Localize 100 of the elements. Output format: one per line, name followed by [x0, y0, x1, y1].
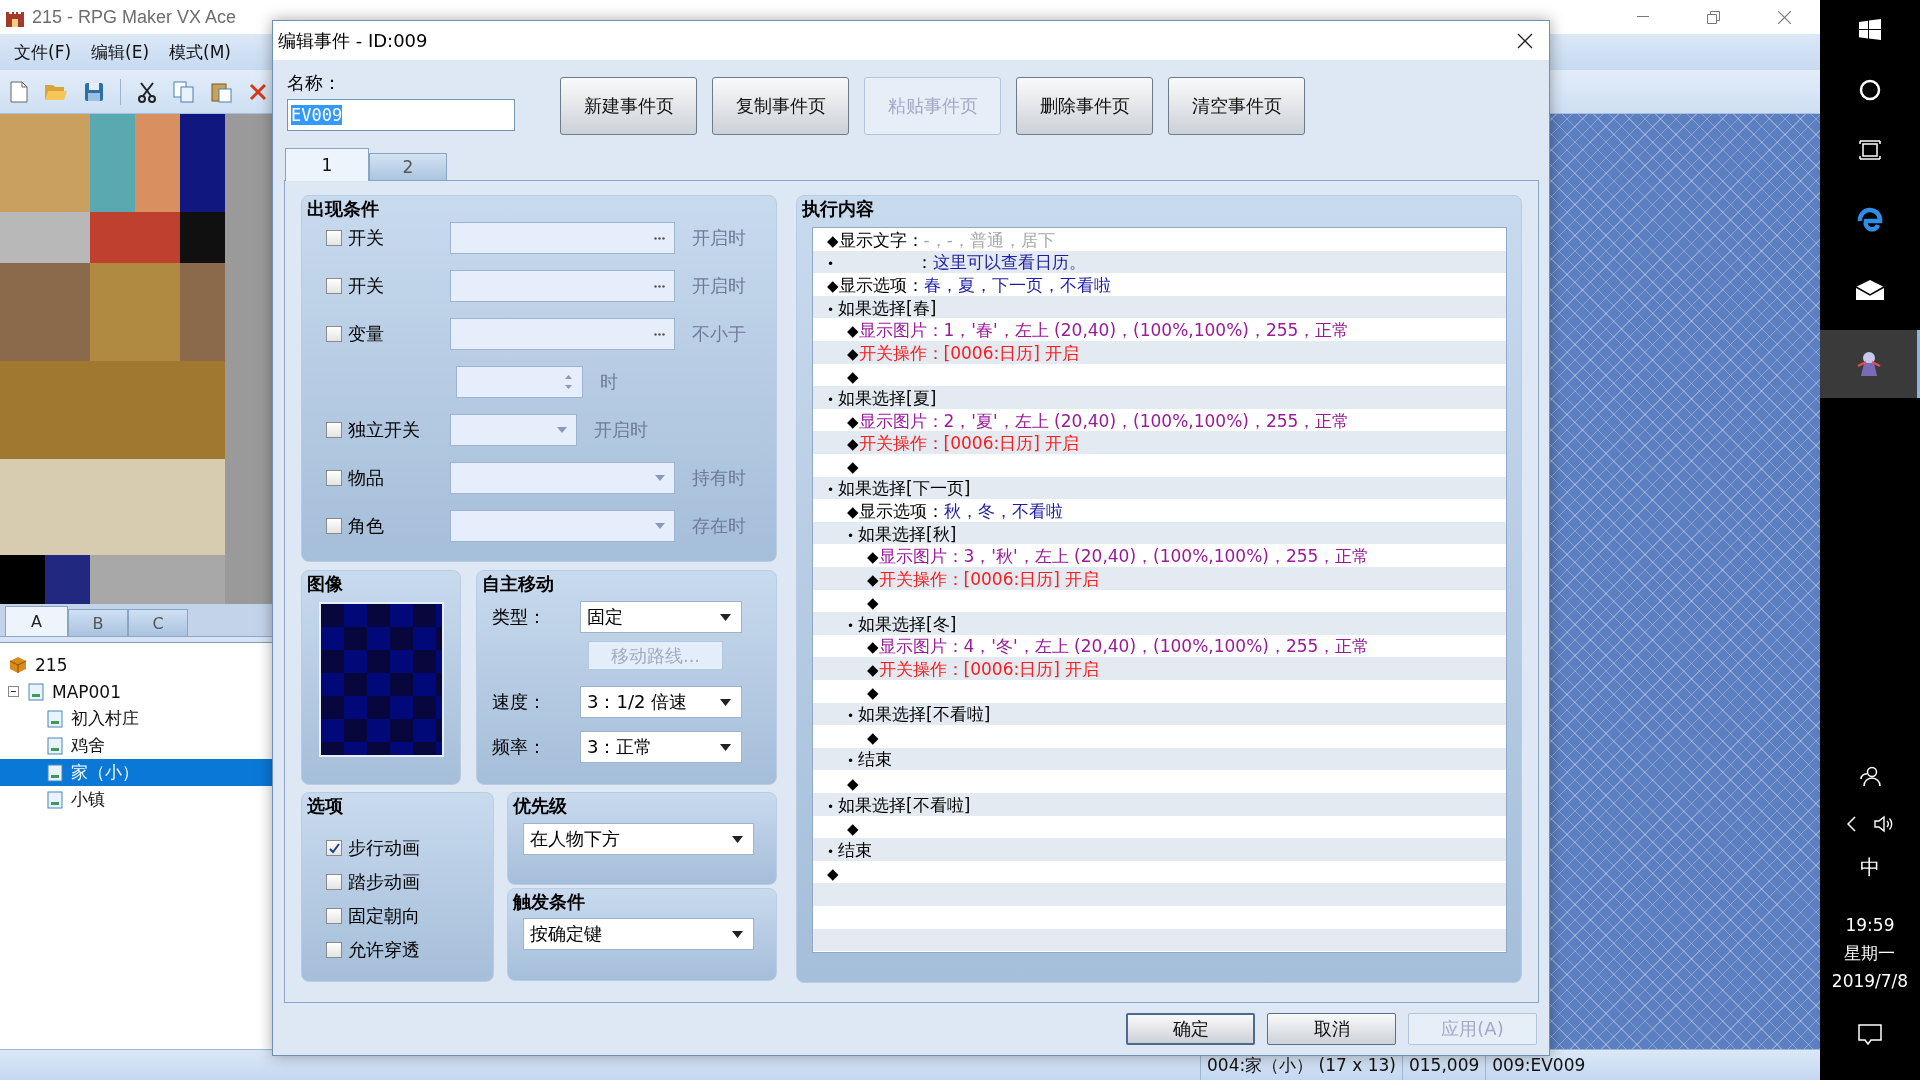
checkbox[interactable] [326, 518, 342, 534]
dropdown[interactable]: 固定 [580, 601, 742, 633]
checkbox[interactable] [326, 840, 342, 856]
palette-tab[interactable]: C [128, 609, 188, 636]
people-icon[interactable] [1859, 765, 1881, 787]
event-command[interactable]: ◆开关操作：[0006:日历] 开启 [847, 432, 1080, 456]
checkbox[interactable] [326, 874, 342, 890]
clock-weekday[interactable]: 星期一 [1844, 939, 1896, 967]
event-command[interactable]: • 如果选择[下一页] [827, 477, 971, 501]
new-file-icon[interactable] [10, 80, 28, 103]
tree-item[interactable]: 小镇 [0, 786, 272, 813]
envelope-icon[interactable] [1855, 279, 1885, 301]
event-command[interactable]: • 结束 [827, 838, 873, 862]
restore-icon[interactable] [1707, 10, 1720, 24]
collapse-icon[interactable] [8, 686, 19, 697]
close-icon[interactable] [1517, 32, 1533, 49]
chevron-left-icon[interactable] [1846, 816, 1856, 832]
picker-field[interactable] [450, 222, 675, 254]
ellipsis-icon[interactable] [654, 236, 665, 240]
menu-item[interactable]: 编辑(E) [81, 40, 160, 64]
event-command[interactable]: ◆ [867, 727, 879, 748]
event-command[interactable]: ◆显示图片：4，'冬'，左上 (20,40)，(100%,100%)，255，正常 [867, 635, 1370, 659]
event-command[interactable]: ◆显示图片：1，'春'，左上 (20,40)，(100%,100%)，255，正常 [847, 319, 1350, 343]
command-list[interactable] [812, 227, 1507, 953]
event-command[interactable]: ◆显示选项：秋，冬，不看啦 [847, 499, 1063, 523]
save-icon[interactable] [84, 81, 104, 102]
event-command[interactable]: • 结束 [847, 748, 893, 772]
page-tab[interactable]: 2 [369, 153, 447, 180]
tree-item[interactable]: 初入村庄 [0, 705, 272, 732]
tree-item[interactable]: 215 [0, 651, 272, 678]
event-command[interactable]: ◆开关操作：[0006:日历] 开启 [847, 341, 1080, 365]
checkbox[interactable] [326, 470, 342, 486]
browser-icon[interactable] [1855, 205, 1885, 235]
event-command[interactable]: ◆显示文字：-，-，普通，居下 [827, 228, 1055, 252]
page-button[interactable]: 清空事件页 [1168, 77, 1305, 135]
event-command[interactable]: • 如果选择[春] [827, 296, 937, 320]
event-command[interactable]: • 如果选择[夏] [827, 386, 937, 410]
ellipsis-icon[interactable] [654, 284, 665, 288]
speaker-icon[interactable] [1873, 815, 1894, 833]
picker-field[interactable] [450, 270, 675, 302]
event-command[interactable]: • 如果选择[不看啦] [847, 703, 991, 727]
group-title: 优先级 [513, 795, 567, 816]
minimize-icon[interactable] [1637, 16, 1649, 18]
event-command[interactable]: ◆ [827, 862, 839, 883]
event-command[interactable]: ◆ [847, 772, 859, 793]
checkbox[interactable] [326, 230, 342, 246]
page-tab[interactable]: 1 [285, 148, 369, 181]
spinner-icon[interactable] [564, 373, 573, 391]
event-command[interactable]: ◆ [847, 365, 859, 386]
page-button[interactable]: 删除事件页 [1016, 77, 1153, 135]
dropdown[interactable]: 按确定键 [523, 918, 754, 950]
clock-time[interactable]: 19:59 [1845, 911, 1895, 939]
status-text: 015,009 [1409, 1055, 1480, 1075]
tree-item[interactable]: MAP001 [0, 678, 272, 705]
checkbox[interactable] [326, 326, 342, 342]
graphic-preview[interactable] [319, 602, 444, 757]
scissors-icon[interactable] [137, 80, 157, 103]
clock-date[interactable]: 2019/7/8 [1831, 967, 1909, 995]
event-command[interactable]: ◆ [867, 682, 879, 703]
event-command[interactable]: • 如果选择[秋] [847, 522, 957, 546]
tree-item[interactable]: 鸡舍 [0, 732, 272, 759]
event-command[interactable]: ◆显示图片：3，'秋'，左上 (20,40)，(100%,100%)，255，正常 [867, 545, 1370, 569]
event-command[interactable]: ◆开关操作：[0006:日历] 开启 [867, 567, 1100, 591]
palette-tab[interactable]: B [68, 609, 128, 636]
event-command[interactable]: ◆ [847, 817, 859, 838]
menu-item[interactable]: 文件(F) [4, 40, 82, 64]
number-field[interactable] [456, 366, 583, 398]
checkbox[interactable] [326, 942, 342, 958]
start-icon[interactable] [1858, 18, 1882, 42]
checkbox[interactable] [326, 908, 342, 924]
menu-item[interactable]: 模式(M) [159, 40, 241, 64]
event-command[interactable]: • 如果选择[不看啦] [827, 793, 971, 817]
delete-icon[interactable] [249, 82, 267, 101]
page-button[interactable]: 复制事件页 [712, 77, 849, 135]
checkbox[interactable] [326, 278, 342, 294]
event-command[interactable]: ◆开关操作：[0006:日历] 开启 [867, 658, 1100, 682]
event-command[interactable]: • ：这里可以查看日历。 [827, 251, 1087, 275]
paste-icon[interactable] [211, 80, 233, 103]
event-command[interactable]: ◆显示图片：2，'夏'，左上 (20,40)，(100%,100%)，255，正常 [847, 409, 1350, 433]
event-command[interactable]: ◆显示选项：春，夏，下一页，不看啦 [827, 274, 1111, 297]
dropdown[interactable]: 在人物下方 [523, 823, 754, 855]
tree-item[interactable]: 家（小） [0, 759, 272, 786]
picker-field[interactable] [450, 318, 675, 350]
dropdown[interactable]: 3：正常 [580, 731, 742, 763]
circle-icon[interactable] [1859, 79, 1881, 101]
ellipsis-icon[interactable] [654, 332, 665, 336]
dialog-button[interactable]: 确定 [1126, 1013, 1255, 1045]
cube-icon [9, 655, 27, 674]
event-command[interactable]: • 如果选择[冬] [847, 612, 957, 636]
copy-icon[interactable] [173, 80, 195, 103]
page-button[interactable]: 新建事件页 [560, 77, 697, 135]
speech-bubble-icon[interactable] [1858, 1024, 1882, 1046]
event-command[interactable]: ◆ [867, 591, 879, 612]
dropdown[interactable]: 3：1/2 倍速 [580, 686, 742, 718]
event-command[interactable]: ◆ [847, 456, 859, 477]
checkbox[interactable] [326, 422, 342, 438]
dialog-button[interactable]: 取消 [1267, 1013, 1396, 1045]
task-view-icon[interactable] [1859, 140, 1881, 160]
input-method-indicator[interactable]: 中 [1860, 853, 1880, 881]
palette-tab[interactable]: A [5, 606, 68, 636]
